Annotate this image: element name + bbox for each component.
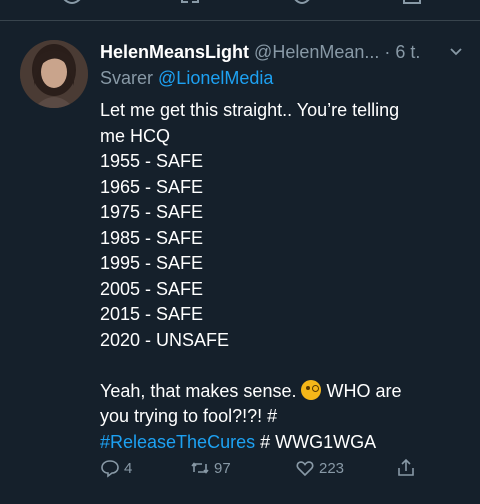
chevron-down-icon[interactable] — [448, 40, 464, 70]
hashtag-line: #ReleaseTheCures # WWG1WGA — [100, 430, 465, 456]
body-line: Let me get this straight.. You’re tellin… — [100, 100, 400, 120]
tweet-body: Let me get this straight.. You’re tellin… — [100, 98, 465, 455]
tweet-divider — [0, 20, 480, 21]
share-icon[interactable] — [400, 0, 424, 12]
reply-count: 4 — [124, 459, 133, 477]
retweet-icon[interactable] — [178, 0, 202, 12]
tweet-header: HelenMeansLight @HelenMean... · 6 t. — [100, 40, 472, 64]
body-line: 1995 - SAFE — [100, 253, 204, 273]
share-button[interactable] — [396, 458, 416, 478]
reply-context: Svarer @LionelMedia — [100, 66, 273, 90]
reply-prefix: Svarer — [100, 68, 154, 88]
reply-handle-link[interactable]: @LionelMedia — [158, 68, 273, 88]
closing-line: Yeah, that makes sense. WHO are — [100, 379, 402, 401]
body-line: 2015 - SAFE — [100, 304, 204, 324]
like-button[interactable]: 223 — [295, 458, 344, 478]
retweet-count: 97 — [214, 459, 231, 477]
display-name[interactable]: HelenMeansLight — [100, 42, 249, 62]
body-line: 1985 - SAFE — [100, 227, 204, 248]
retweet-icon — [191, 462, 209, 474]
heart-icon — [296, 461, 314, 477]
like-icon[interactable] — [290, 0, 314, 12]
reply-button[interactable]: 4 — [100, 458, 132, 478]
body-line: 1965 - SAFE — [100, 176, 204, 197]
share-icon — [398, 458, 414, 476]
avatar[interactable] — [20, 40, 88, 108]
closing-line: you trying to fool?!?! # — [100, 406, 278, 426]
previous-tweet-actions — [0, 0, 480, 14]
tweet-time[interactable]: 6 t. — [395, 42, 420, 62]
reply-icon — [101, 460, 119, 478]
body-line: 1975 - SAFE — [100, 202, 204, 222]
body-line: 2020 - UNSAFE — [100, 329, 230, 350]
body-line: me HCQ — [100, 125, 171, 146]
like-count: 223 — [319, 459, 345, 477]
hashtag-text: # WWG1WGA — [260, 431, 377, 452]
user-handle[interactable]: @HelenMean... — [254, 42, 379, 62]
reply-icon[interactable] — [60, 0, 84, 12]
hashtag-link[interactable]: #ReleaseTheCures — [100, 432, 255, 452]
face-with-monocle-emoji-icon — [301, 379, 322, 400]
body-line: 2005 - SAFE — [100, 278, 204, 299]
body-line: 1955 - SAFE — [100, 151, 204, 171]
retweet-button[interactable]: 97 — [190, 458, 231, 478]
time-separator: · — [384, 42, 391, 62]
tweet-actions: 4 97 223 — [100, 458, 440, 482]
